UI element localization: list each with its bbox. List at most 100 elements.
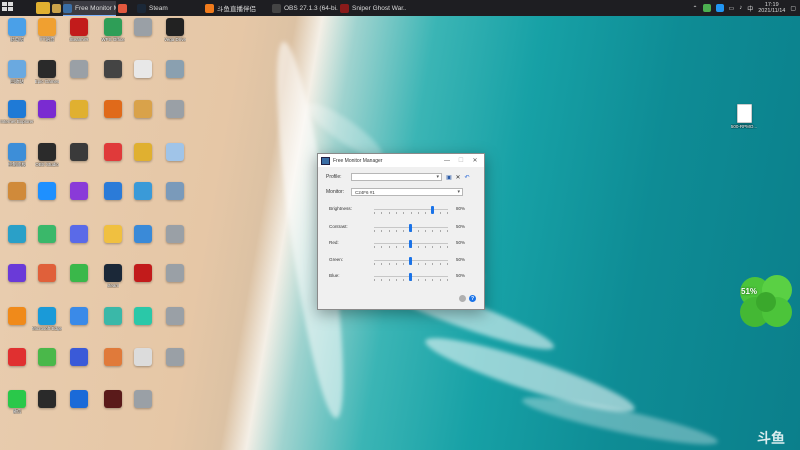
desktop-icon[interactable] bbox=[158, 182, 192, 201]
input-method-icon[interactable]: 中 bbox=[747, 4, 753, 13]
save-profile-button[interactable]: ▣ bbox=[445, 173, 453, 181]
desktop-icon[interactable] bbox=[0, 264, 34, 283]
desktop-icon[interactable] bbox=[96, 182, 130, 201]
desktop-icon[interactable] bbox=[126, 390, 160, 409]
desktop-icon[interactable]: Internet Explorer bbox=[0, 100, 34, 124]
tray-app-icon[interactable] bbox=[715, 4, 724, 12]
desktop-icon[interactable] bbox=[96, 390, 130, 409]
desktop-icon[interactable] bbox=[96, 100, 130, 119]
settings-icon[interactable] bbox=[459, 295, 466, 302]
minimize-button[interactable]: — bbox=[440, 154, 454, 167]
slider-thumb[interactable] bbox=[409, 240, 412, 248]
slider-thumb[interactable] bbox=[409, 224, 412, 232]
undo-button[interactable]: ↶ bbox=[463, 173, 471, 181]
desktop-icon[interactable] bbox=[96, 307, 130, 326]
desktop-icon[interactable]: 回收站 bbox=[0, 60, 34, 84]
desktop-icon[interactable] bbox=[30, 100, 64, 119]
chevron-down-icon: ▾ bbox=[457, 189, 460, 195]
taskbar-task[interactable]: OBS 27.1.3 (64-bi... bbox=[272, 1, 338, 15]
taskbar-task[interactable]: Sniper Ghost War... bbox=[340, 1, 406, 15]
desktop-icon[interactable] bbox=[62, 60, 96, 79]
desktop-icon[interactable]: YY语音 bbox=[30, 18, 64, 42]
desktop-icon[interactable] bbox=[30, 264, 64, 283]
desktop-icon[interactable] bbox=[62, 348, 96, 367]
desktop-icon[interactable] bbox=[126, 264, 160, 283]
desktop-icon[interactable] bbox=[62, 100, 96, 119]
notification-icon[interactable]: ▢ bbox=[790, 5, 796, 12]
desktop-icon[interactable] bbox=[96, 348, 130, 367]
desktop-icon[interactable]: Microsoft Edge bbox=[30, 307, 64, 331]
slider-track[interactable] bbox=[374, 273, 448, 281]
taskbar-task[interactable] bbox=[52, 1, 62, 15]
desktop-icon[interactable] bbox=[62, 264, 96, 283]
taskbar-task[interactable]: 斗鱼直播伴侣 bbox=[205, 1, 271, 15]
slider-thumb[interactable] bbox=[430, 206, 434, 214]
desktop-icon[interactable] bbox=[158, 225, 192, 244]
desktop-icon[interactable] bbox=[30, 225, 64, 244]
delete-profile-button[interactable]: ✕ bbox=[454, 173, 462, 181]
desktop-icon[interactable] bbox=[96, 60, 130, 79]
desktop-icon[interactable]: Vega Drive bbox=[158, 18, 192, 42]
desktop-icon[interactable] bbox=[158, 60, 192, 79]
taskbar-task[interactable] bbox=[118, 1, 135, 15]
slider-thumb[interactable] bbox=[409, 273, 412, 281]
desktop-icon[interactable] bbox=[126, 143, 160, 162]
desktop-icon[interactable] bbox=[126, 60, 160, 79]
desktop-icon[interactable] bbox=[62, 225, 96, 244]
desktop-icon[interactable] bbox=[158, 264, 192, 283]
desktop-icon[interactable] bbox=[158, 348, 192, 367]
taskbar-task[interactable]: Steam bbox=[137, 1, 203, 15]
desktop-icon[interactable] bbox=[30, 348, 64, 367]
desktop-icon[interactable] bbox=[158, 100, 192, 119]
monitor-select[interactable]: C24F6 #1 ▾ bbox=[351, 188, 463, 196]
desktop-icon-file[interactable]: 500-RPMO... bbox=[728, 104, 760, 129]
chevron-up-icon[interactable]: ⌃ bbox=[692, 5, 697, 12]
profile-select[interactable]: ▾ bbox=[351, 173, 442, 181]
help-icon[interactable]: ? bbox=[469, 295, 476, 302]
desktop-icon[interactable] bbox=[0, 225, 34, 244]
desktop-icon[interactable]: steam bbox=[96, 264, 130, 288]
desktop-icon[interactable]: 控制面板 bbox=[0, 143, 34, 167]
speaker-icon[interactable]: ♪ bbox=[739, 5, 742, 11]
slider-track[interactable] bbox=[374, 240, 448, 248]
desktop-icon[interactable] bbox=[30, 182, 64, 201]
desktop-icon[interactable]: 此电脑 bbox=[0, 18, 34, 42]
desktop-icon[interactable] bbox=[30, 390, 64, 409]
slider-thumb[interactable] bbox=[409, 257, 412, 265]
clock[interactable]: 17:19 2021/11/14 bbox=[758, 2, 785, 15]
desktop-icon[interactable] bbox=[0, 348, 34, 367]
desktop-icon[interactable]: 微信 bbox=[0, 390, 34, 414]
desktop-icon[interactable] bbox=[96, 143, 130, 162]
close-button[interactable]: ✕ bbox=[468, 154, 482, 167]
slider-track[interactable] bbox=[374, 224, 448, 232]
file-explorer-icon[interactable] bbox=[36, 2, 50, 14]
desktop-icon[interactable] bbox=[0, 307, 34, 326]
desktop-icon[interactable]: SteamVR bbox=[62, 18, 96, 42]
tray-app-icon[interactable] bbox=[702, 4, 711, 12]
network-icon[interactable]: ▭ bbox=[729, 5, 735, 12]
desktop-icon[interactable] bbox=[62, 143, 96, 162]
desktop-icon[interactable] bbox=[126, 100, 160, 119]
desktop-icon[interactable] bbox=[126, 307, 160, 326]
desktop-icon[interactable] bbox=[126, 348, 160, 367]
clover-speed-gadget[interactable]: 51% bbox=[735, 272, 799, 332]
desktop-icon[interactable] bbox=[62, 182, 96, 201]
taskbar-task[interactable]: Free Monitor Ma... bbox=[63, 1, 116, 16]
desktop-icon[interactable] bbox=[126, 225, 160, 244]
desktop-icon[interactable] bbox=[0, 182, 34, 201]
desktop-icon[interactable]: Epic Games bbox=[30, 60, 64, 84]
start-button[interactable] bbox=[2, 2, 16, 14]
slider-track[interactable] bbox=[374, 206, 448, 214]
desktop-icon[interactable]: WPS Office bbox=[96, 18, 130, 42]
maximize-button[interactable]: ☐ bbox=[454, 154, 468, 167]
desktop-icon[interactable] bbox=[158, 143, 192, 162]
desktop-icon[interactable] bbox=[158, 307, 192, 326]
window-titlebar[interactable]: Free Monitor Manager — ☐ ✕ bbox=[318, 154, 484, 167]
desktop-icon[interactable]: OBS Studio bbox=[30, 143, 64, 167]
slider-track[interactable] bbox=[374, 257, 448, 265]
desktop-icon[interactable] bbox=[126, 182, 160, 201]
desktop-icon[interactable] bbox=[96, 225, 130, 244]
desktop-icon[interactable] bbox=[62, 390, 96, 409]
desktop-icon[interactable] bbox=[62, 307, 96, 326]
desktop-icon[interactable] bbox=[126, 18, 160, 37]
